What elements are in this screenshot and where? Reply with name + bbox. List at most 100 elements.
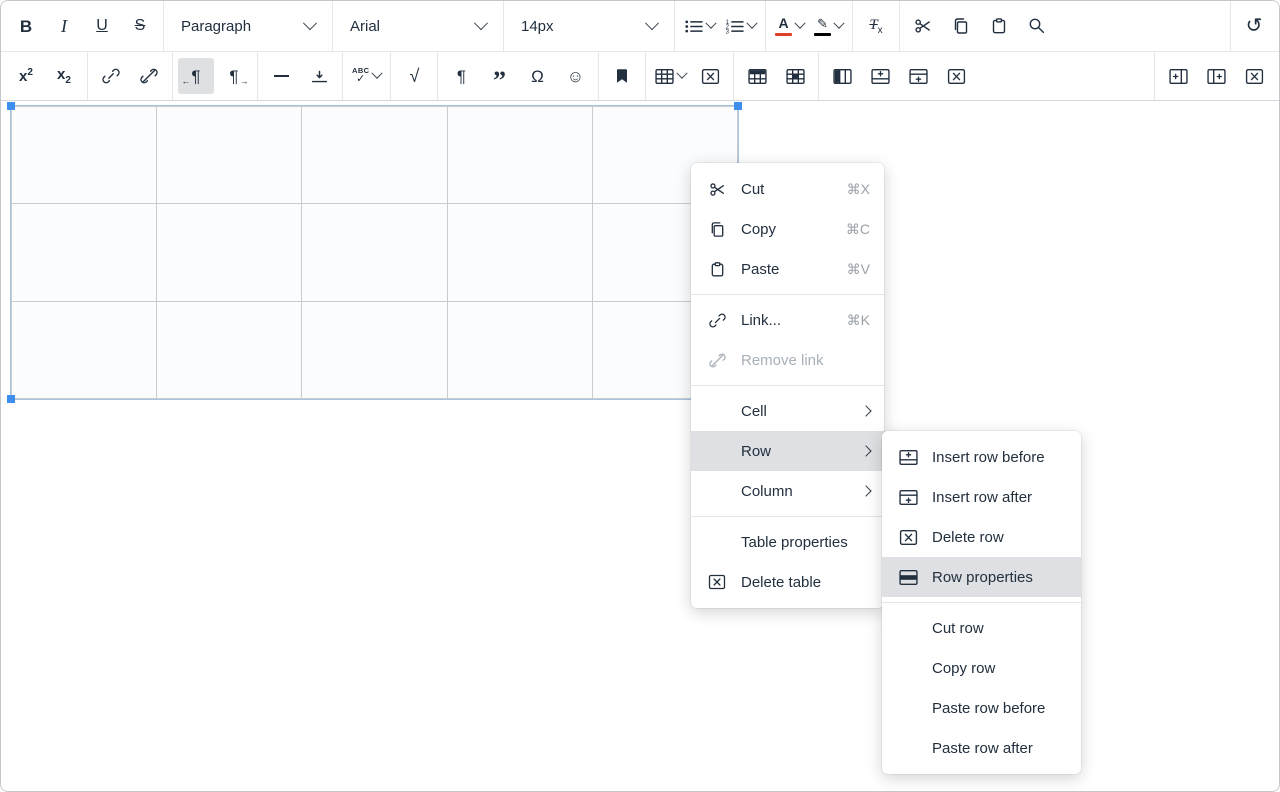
- table-row-header-button[interactable]: [739, 58, 775, 94]
- text-color-swatch: [775, 33, 792, 36]
- delete-row-icon: [947, 68, 966, 85]
- submenu-item-paste-row-after[interactable]: Paste row after: [882, 728, 1081, 768]
- toolbar-row-2: x2 x2: [1, 52, 1279, 101]
- ltr-button[interactable]: ¶←: [178, 58, 214, 94]
- table-cell[interactable]: [12, 204, 157, 301]
- insert-column-after-button[interactable]: [1198, 58, 1234, 94]
- menu-item-cell[interactable]: Cell: [691, 391, 884, 431]
- chevron-down-icon: [474, 16, 488, 30]
- menu-item-copy[interactable]: Copy ⌘C: [691, 209, 884, 249]
- horizontal-rule-button[interactable]: [263, 58, 299, 94]
- subscript-button[interactable]: x2: [46, 58, 82, 94]
- editor-content-area[interactable]: Cut ⌘X Copy ⌘C Paste ⌘V: [1, 101, 1279, 791]
- submenu-item-insert-row-after[interactable]: Insert row after: [882, 477, 1081, 517]
- font-family-select[interactable]: Arial: [338, 8, 498, 44]
- table-cell[interactable]: [447, 301, 592, 398]
- menu-item-paste[interactable]: Paste ⌘V: [691, 249, 884, 289]
- copy-button[interactable]: [943, 8, 979, 44]
- table-cell-properties-button[interactable]: [777, 58, 813, 94]
- menu-item-cut[interactable]: Cut ⌘X: [691, 169, 884, 209]
- highlight-color-button[interactable]: ✎: [810, 8, 847, 44]
- menu-item-link[interactable]: Link... ⌘K: [691, 300, 884, 340]
- clear-formatting-button[interactable]: Tx: [858, 8, 894, 44]
- submenu-item-delete-row[interactable]: Delete row: [882, 517, 1081, 557]
- search-button[interactable]: [1019, 8, 1055, 44]
- resize-handle-bottom-left[interactable]: [7, 395, 15, 403]
- link-group: [93, 58, 167, 94]
- menu-item-table-properties[interactable]: Table properties: [691, 522, 884, 562]
- table-cell[interactable]: [447, 204, 592, 301]
- resize-handle-top-right[interactable]: [734, 102, 742, 110]
- submenu-item-paste-row-before[interactable]: Paste row before: [882, 688, 1081, 728]
- insert-link-button[interactable]: [93, 58, 129, 94]
- rtl-button[interactable]: ¶→: [216, 58, 252, 94]
- bold-button[interactable]: B: [8, 8, 44, 44]
- anchor-button[interactable]: [604, 58, 640, 94]
- font-size-select[interactable]: 14px: [509, 8, 669, 44]
- strikethrough-button[interactable]: S: [122, 8, 158, 44]
- blockquote-button[interactable]: ”: [481, 58, 517, 94]
- table-cell[interactable]: [447, 107, 592, 204]
- copy-icon: [705, 221, 729, 238]
- menu-item-remove-link[interactable]: Remove link: [691, 340, 884, 380]
- table-column-properties-button[interactable]: [824, 58, 860, 94]
- underline-button[interactable]: U: [84, 8, 120, 44]
- menu-item-row[interactable]: Row: [691, 431, 884, 471]
- spellcheck-button[interactable]: ABC ✓: [348, 58, 385, 94]
- formula-button[interactable]: √: [396, 58, 432, 94]
- toolbar-separator: [87, 52, 88, 100]
- table-cell[interactable]: [157, 204, 302, 301]
- table-cell[interactable]: [12, 107, 157, 204]
- insert-row-after-button[interactable]: [900, 58, 936, 94]
- submenu-item-insert-row-before[interactable]: Insert row before: [882, 437, 1081, 477]
- toolbar-row-1: B I U S Paragraph Arial 14px: [1, 1, 1279, 52]
- undo-button[interactable]: ↺: [1236, 8, 1272, 44]
- italic-button[interactable]: I: [46, 8, 82, 44]
- table-cell[interactable]: [157, 107, 302, 204]
- paragraph-format-select[interactable]: Paragraph: [169, 8, 327, 44]
- paragraph-marks-button[interactable]: ¶: [443, 58, 479, 94]
- bold-icon: B: [20, 18, 32, 35]
- table-cell[interactable]: [157, 301, 302, 398]
- clear-formatting-letter: T: [869, 17, 877, 33]
- emoji-button[interactable]: ☺: [557, 58, 593, 94]
- bullet-list-button[interactable]: [680, 8, 719, 44]
- submenu-item-row-properties[interactable]: Row properties: [882, 557, 1081, 597]
- cut-button[interactable]: [905, 8, 941, 44]
- selected-table[interactable]: [11, 106, 738, 399]
- table-header-row-icon: [748, 68, 767, 85]
- submenu-item-cut-row[interactable]: Cut row: [882, 608, 1081, 648]
- insert-row-before-button[interactable]: [862, 58, 898, 94]
- checkmark-icon: ✓: [356, 74, 365, 85]
- text-color-button[interactable]: A: [771, 8, 808, 44]
- toolbar-separator: [852, 1, 853, 51]
- delete-column-button[interactable]: [1236, 58, 1272, 94]
- menu-item-shortcut: ⌘V: [847, 261, 870, 278]
- menu-item-shortcut: ⌘X: [847, 181, 870, 198]
- toolbar-separator: [342, 52, 343, 100]
- menu-item-label: Paste row before: [932, 700, 1067, 717]
- menu-item-delete-table[interactable]: Delete table: [691, 562, 884, 602]
- ltr-arrow: ←: [181, 77, 190, 86]
- insert-column-before-button[interactable]: [1160, 58, 1196, 94]
- insert-table-button[interactable]: [651, 58, 690, 94]
- highlight-color-swatch: [814, 33, 831, 36]
- table-main-group: [651, 58, 728, 94]
- superscript-button[interactable]: x2: [8, 58, 44, 94]
- delete-table-button[interactable]: [692, 58, 728, 94]
- delete-row-button[interactable]: [938, 58, 974, 94]
- special-character-button[interactable]: Ω: [519, 58, 555, 94]
- numbered-list-button[interactable]: 1 2 3: [721, 8, 760, 44]
- menu-item-label: Insert row before: [932, 449, 1067, 466]
- paste-button[interactable]: [981, 8, 1017, 44]
- table-cell[interactable]: [12, 301, 157, 398]
- search-icon: [1028, 17, 1046, 35]
- table-cell[interactable]: [302, 301, 447, 398]
- submenu-item-copy-row[interactable]: Copy row: [882, 648, 1081, 688]
- remove-link-button[interactable]: [131, 58, 167, 94]
- table-cell[interactable]: [302, 107, 447, 204]
- menu-item-column[interactable]: Column: [691, 471, 884, 511]
- resize-handle-top-left[interactable]: [7, 102, 15, 110]
- page-break-button[interactable]: [301, 58, 337, 94]
- table-cell[interactable]: [302, 204, 447, 301]
